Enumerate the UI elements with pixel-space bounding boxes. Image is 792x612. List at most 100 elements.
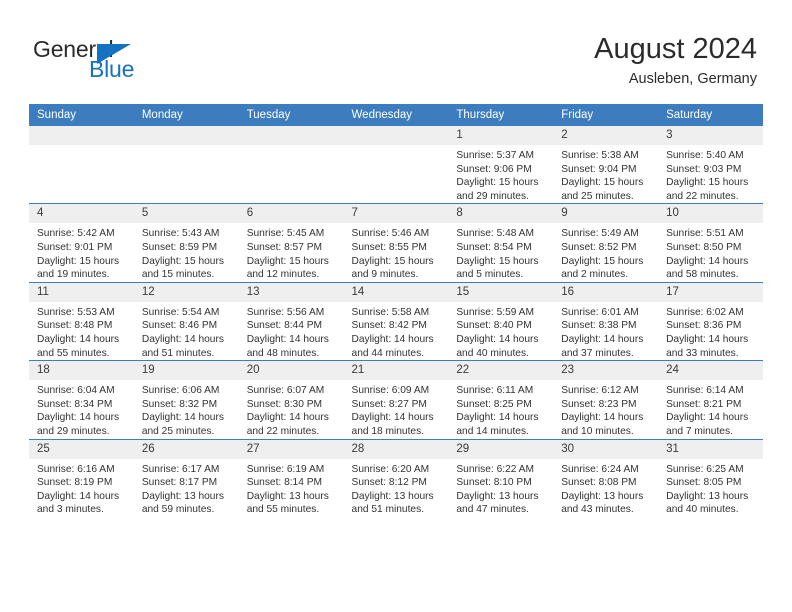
sunset-text: Sunset: 8:44 PM — [246, 320, 323, 332]
sunrise-text: Sunrise: 6:06 AM — [141, 385, 220, 397]
daylight-text: and 40 minutes. — [456, 347, 529, 359]
calendar-day-cell[interactable]: 10 Sunrise: 5:51 AM Sunset: 8:50 PM Dayligh… — [658, 203, 763, 283]
calendar-day-cell[interactable]: 12 Sunrise: 5:54 AM Sunset: 8:46 PM Dayligh… — [133, 281, 239, 361]
calendar-day-cell[interactable]: 11 Sunrise: 5:53 AM Sunset: 8:48 PM Dayligh… — [29, 281, 134, 361]
day-number: 29 — [448, 439, 554, 459]
sunrise-text: Sunrise: 6:25 AM — [666, 463, 744, 475]
day-number: 11 — [29, 282, 134, 302]
day-details: Sunrise: 6:07 AM Sunset: 8:30 PM Daylight:… — [239, 380, 344, 438]
calendar-day-cell[interactable]: 27 Sunrise: 6:19 AM Sunset: 8:14 PM Dayligh… — [238, 438, 344, 517]
daylight-text: Daylight: 14 hours — [456, 412, 539, 424]
day-details: Sunrise: 6:06 AM Sunset: 8:32 PM Daylight:… — [134, 380, 239, 438]
sunrise-text: Sunrise: 5:37 AM — [456, 150, 534, 161]
calendar-day-cell[interactable]: 14 Sunrise: 5:58 AM Sunset: 8:42 PM Dayligh… — [343, 281, 449, 361]
calendar-day-cell[interactable]: 5 Sunrise: 5:43 AM Sunset: 8:59 PM Daylight… — [133, 203, 239, 283]
calendar-day-cell[interactable]: 15 Sunrise: 5:59 AM Sunset: 8:40 PM Dayligh… — [448, 281, 554, 361]
calendar-day-cell[interactable]: 28 Sunrise: 6:20 AM Sunset: 8:12 PM Dayligh… — [343, 438, 449, 517]
day-number: 21 — [343, 361, 449, 381]
calendar-day-cell[interactable]: 29 Sunrise: 6:22 AM Sunset: 8:10 PM Dayligh… — [448, 438, 554, 517]
day-number: 5 — [133, 204, 239, 224]
sunrise-text: Sunrise: 6:14 AM — [666, 385, 744, 397]
sunset-text: Sunset: 9:06 PM — [456, 163, 532, 175]
calendar-day-cell[interactable]: 24 Sunrise: 6:14 AM Sunset: 8:21 PM Dayligh… — [658, 360, 763, 439]
calendar-day-cell[interactable]: 31 Sunrise: 6:25 AM Sunset: 8:05 PM Dayligh… — [658, 438, 763, 517]
calendar-day-cell[interactable]: 30 Sunrise: 6:24 AM Sunset: 8:08 PM Dayligh… — [553, 438, 659, 517]
daylight-text: Daylight: 15 hours — [561, 255, 644, 267]
day-number: 2 — [553, 126, 659, 145]
daylight-text: Daylight: 15 hours — [141, 255, 224, 267]
sunset-text: Sunset: 8:48 PM — [37, 320, 113, 332]
calendar-week-row: 18 Sunrise: 6:04 AM Sunset: 8:34 PM Dayligh… — [29, 360, 763, 439]
calendar-day-cell[interactable]: 1 Sunrise: 5:37 AM Sunset: 9:06 PM Daylight… — [448, 126, 554, 204]
daylight-text: and 51 minutes. — [351, 504, 425, 516]
sunset-text: Sunset: 8:52 PM — [561, 241, 637, 253]
calendar-day-cell[interactable]: 2 Sunrise: 5:38 AM Sunset: 9:04 PM Daylight… — [553, 126, 659, 204]
sunset-text: Sunset: 8:46 PM — [141, 320, 218, 332]
day-number: 28 — [343, 439, 449, 459]
day-number: 24 — [658, 361, 763, 381]
sunrise-text: Sunrise: 5:40 AM — [666, 150, 744, 161]
calendar-day-cell[interactable]: 22 Sunrise: 6:11 AM Sunset: 8:25 PM Dayligh… — [448, 360, 554, 439]
daylight-text: and 37 minutes. — [561, 347, 634, 359]
calendar-day-cell[interactable]: 17 Sunrise: 6:02 AM Sunset: 8:36 PM Dayligh… — [658, 281, 763, 361]
weekday-header-tuesday: Tuesday — [238, 104, 344, 126]
day-details: Sunrise: 5:58 AM Sunset: 8:42 PM Daylight:… — [344, 302, 449, 360]
sunset-text: Sunset: 8:05 PM — [666, 477, 742, 489]
daylight-text: and 47 minutes. — [456, 504, 529, 516]
sunset-text: Sunset: 8:30 PM — [246, 398, 323, 410]
calendar-day-cell[interactable]: 18 Sunrise: 6:04 AM Sunset: 8:34 PM Dayligh… — [29, 360, 134, 439]
calendar-day-cell[interactable]: 21 Sunrise: 6:09 AM Sunset: 8:27 PM Dayligh… — [343, 360, 449, 439]
daylight-text: and 40 minutes. — [666, 504, 739, 516]
brand-logo[interactable]: General Blue — [33, 36, 233, 86]
calendar-week-row: 1 Sunrise: 5:37 AM Sunset: 9:06 PM Daylight… — [29, 126, 763, 204]
calendar-day-cell[interactable]: 6 Sunrise: 5:45 AM Sunset: 8:57 PM Daylight… — [238, 203, 344, 283]
daylight-text: Daylight: 14 hours — [141, 333, 224, 345]
daylight-text: Daylight: 14 hours — [561, 333, 644, 345]
day-details: Sunrise: 5:43 AM Sunset: 8:59 PM Daylight:… — [134, 223, 239, 281]
calendar-day-cell[interactable]: 8 Sunrise: 5:48 AM Sunset: 8:54 PM Daylight… — [448, 203, 554, 283]
daylight-text: Daylight: 14 hours — [37, 490, 120, 502]
sunset-text: Sunset: 8:12 PM — [351, 477, 427, 489]
calendar-day-cell[interactable]: 20 Sunrise: 6:07 AM Sunset: 8:30 PM Dayligh… — [238, 360, 344, 439]
calendar-day-cell[interactable]: 3 Sunrise: 5:40 AM Sunset: 9:03 PM Daylight… — [658, 126, 763, 204]
daylight-text: and 48 minutes. — [246, 347, 320, 359]
day-details: Sunrise: 6:09 AM Sunset: 8:27 PM Daylight:… — [344, 380, 449, 438]
calendar-day-cell[interactable]: 26 Sunrise: 6:17 AM Sunset: 8:17 PM Dayligh… — [133, 438, 239, 517]
daylight-text: Daylight: 14 hours — [351, 333, 434, 345]
daylight-text: Daylight: 13 hours — [141, 490, 224, 502]
calendar-day-cell[interactable]: 13 Sunrise: 5:56 AM Sunset: 8:44 PM Dayligh… — [238, 281, 344, 361]
page-header: General Blue August 2024 Ausleben, Germa… — [0, 0, 792, 100]
calendar-day-cell[interactable]: 23 Sunrise: 6:12 AM Sunset: 8:23 PM Dayligh… — [553, 360, 659, 439]
weekday-header-friday: Friday — [553, 104, 659, 126]
sunset-text: Sunset: 8:57 PM — [246, 241, 323, 253]
calendar-table: Sunday Monday Tuesday Wednesday Thursday Frid… — [29, 104, 763, 517]
day-number: 1 — [448, 126, 554, 145]
daylight-text: Daylight: 15 hours — [666, 177, 749, 189]
calendar-day-cell[interactable]: 4 Sunrise: 5:42 AM Sunset: 9:01 PM Daylight… — [29, 203, 134, 283]
calendar-day-cell[interactable]: 25 Sunrise: 6:16 AM Sunset: 8:19 PM Dayligh… — [29, 438, 134, 517]
weekday-header-thursday: Thursday — [448, 104, 554, 126]
sunset-text: Sunset: 8:27 PM — [351, 398, 427, 410]
calendar-day-cell[interactable]: 9 Sunrise: 5:49 AM Sunset: 8:52 PM Daylight… — [553, 203, 659, 283]
calendar-day-cell[interactable]: 7 Sunrise: 5:46 AM Sunset: 8:55 PM Daylight… — [343, 203, 449, 283]
calendar-day-cell[interactable]: 16 Sunrise: 6:01 AM Sunset: 8:38 PM Dayligh… — [553, 281, 659, 361]
daylight-text: Daylight: 13 hours — [246, 490, 329, 502]
day-number: 12 — [133, 282, 239, 302]
day-number: 15 — [448, 282, 554, 302]
calendar-day-cell-empty — [238, 126, 344, 204]
daylight-text: and 14 minutes. — [456, 425, 529, 437]
day-details: Sunrise: 5:46 AM Sunset: 8:55 PM Daylight:… — [344, 223, 449, 281]
calendar-day-cell[interactable]: 19 Sunrise: 6:06 AM Sunset: 8:32 PM Dayligh… — [133, 360, 239, 439]
calendar-page: General Blue August 2024 Ausleben, Germa… — [0, 0, 792, 612]
sunrise-text: Sunrise: 5:42 AM — [37, 228, 115, 240]
calendar-week-row: 25 Sunrise: 6:16 AM Sunset: 8:19 PM Dayligh… — [29, 438, 763, 517]
sunset-text: Sunset: 8:10 PM — [456, 477, 532, 489]
daylight-text: and 59 minutes. — [141, 504, 215, 516]
daylight-text: Daylight: 14 hours — [456, 333, 539, 345]
daylight-text: Daylight: 15 hours — [37, 255, 120, 267]
day-details: Sunrise: 6:24 AM Sunset: 8:08 PM Daylight:… — [553, 459, 658, 517]
daylight-text: Daylight: 13 hours — [561, 490, 644, 502]
day-number: 14 — [343, 282, 449, 302]
sunrise-text: Sunrise: 5:43 AM — [141, 228, 220, 240]
weekday-header-wednesday: Wednesday — [343, 104, 449, 126]
